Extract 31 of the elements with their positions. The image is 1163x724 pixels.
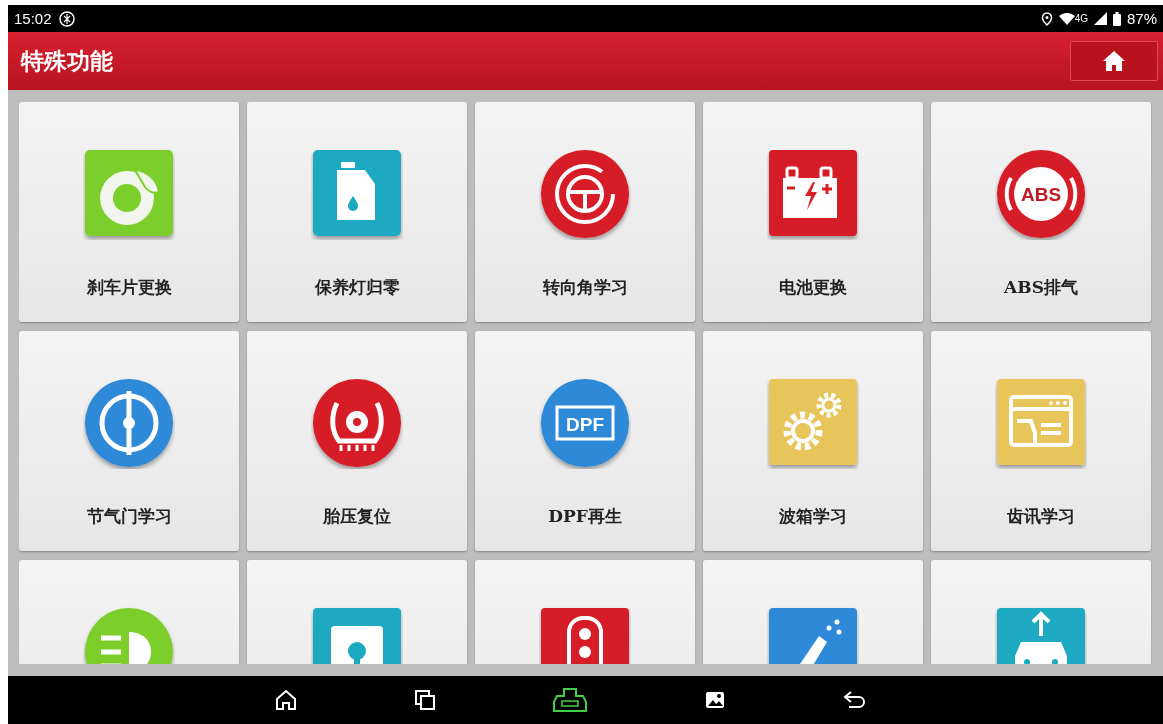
function-tile[interactable]: 电池更换 bbox=[703, 102, 923, 322]
home-icon bbox=[1102, 50, 1126, 72]
home-button[interactable] bbox=[1070, 41, 1158, 81]
location-icon bbox=[1040, 11, 1053, 26]
steering-wheel-icon bbox=[539, 148, 631, 240]
function-tile[interactable]: ABS ABS排气 bbox=[931, 102, 1151, 322]
tire-pressure-icon bbox=[311, 377, 403, 469]
back-icon[interactable] bbox=[842, 690, 867, 710]
abs-warning-icon: ABS bbox=[995, 148, 1087, 240]
function-tile[interactable]: 波箱学习 bbox=[703, 331, 923, 551]
status-time: 15:02 bbox=[14, 10, 52, 27]
page-title: 特殊功能 bbox=[21, 46, 113, 76]
wifi-icon bbox=[1058, 12, 1075, 25]
function-tile[interactable]: 节气门学习 bbox=[19, 331, 239, 551]
function-tile[interactable]: 保养灯归零 bbox=[247, 102, 467, 322]
battery-percent: 87% bbox=[1126, 10, 1157, 27]
function-tile[interactable]: DPF DPF再生 bbox=[475, 331, 695, 551]
function-tile[interactable]: 齿讯学习 bbox=[931, 331, 1151, 551]
notification-icon bbox=[57, 9, 76, 28]
function-tile[interactable]: 转向角学习 bbox=[475, 102, 695, 322]
signal-icon bbox=[1093, 12, 1107, 25]
battery-status-icon bbox=[1112, 11, 1121, 26]
throttle-icon bbox=[83, 377, 175, 469]
dpf-icon: DPF bbox=[539, 377, 631, 469]
vci-connector-icon[interactable] bbox=[552, 688, 587, 712]
network-type: 4G bbox=[1074, 13, 1088, 24]
home-icon[interactable] bbox=[274, 689, 297, 711]
function-tile[interactable]: 刹车片更换 bbox=[19, 102, 239, 322]
function-tile[interactable]: 胎压复位 bbox=[247, 331, 467, 551]
gallery-icon[interactable] bbox=[704, 691, 725, 709]
recent-apps-icon[interactable] bbox=[414, 690, 435, 710]
